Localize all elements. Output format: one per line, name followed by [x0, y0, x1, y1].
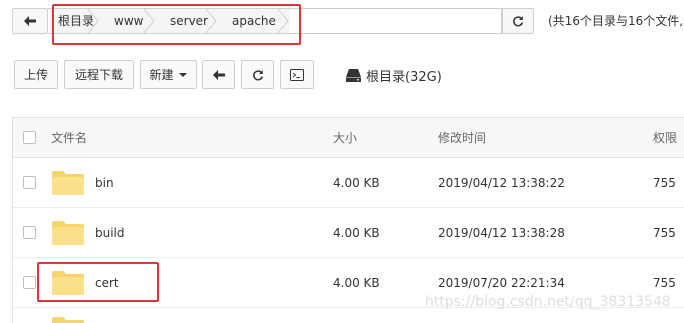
header-size[interactable]: 大小: [333, 118, 357, 157]
new-dropdown-button[interactable]: 新建: [140, 60, 197, 89]
path-back-button[interactable]: [12, 8, 48, 34]
header-filename[interactable]: 文件名: [51, 118, 87, 157]
file-name[interactable]: build: [95, 208, 125, 257]
table-header: 文件名 大小 修改时间 权限: [13, 118, 684, 158]
folder-icon: [52, 317, 84, 323]
remote-download-button[interactable]: 远程下载: [64, 60, 134, 89]
terminal-button[interactable]: [280, 60, 314, 89]
hard-drive-icon: [346, 69, 361, 82]
upload-button[interactable]: 上传: [14, 60, 58, 89]
file-modified: 2019/04/12 13:38:22: [438, 175, 565, 190]
table-row[interactable]: bin 4.00 KB 2019/04/12 13:38:22 755: [13, 158, 684, 208]
header-permission[interactable]: 权限: [653, 118, 677, 157]
table-row[interactable]: build 4.00 KB 2019/04/12 13:38:28 755: [13, 208, 684, 258]
refresh-icon: [252, 69, 263, 80]
table-row[interactable]: [13, 308, 684, 323]
file-permission[interactable]: 755: [653, 158, 676, 207]
row-checkbox[interactable]: [23, 276, 36, 289]
row-checkbox[interactable]: [23, 176, 36, 189]
file-size: 4.00 KB: [333, 175, 380, 190]
file-count-summary: (共16个目录与16个文件,大: [548, 14, 684, 28]
caret-down-icon: [178, 72, 187, 77]
watermark: https://blog.csdn.net/qq_38313548: [425, 294, 671, 310]
select-all-checkbox[interactable]: [23, 131, 36, 144]
refresh-icon: [513, 16, 524, 27]
arrow-left-icon: [24, 16, 36, 26]
refresh-button[interactable]: [241, 60, 274, 89]
folder-icon: [52, 221, 84, 245]
cert-highlight-box: [37, 262, 159, 302]
disk-indicator[interactable]: 根目录(32G): [346, 66, 442, 85]
folder-icon: [52, 171, 84, 195]
file-size: 4.00 KB: [333, 225, 380, 240]
breadcrumb-highlight-box: [52, 4, 301, 45]
path-refresh-button[interactable]: [502, 8, 534, 34]
row-checkbox[interactable]: [23, 226, 36, 239]
arrow-left-icon: [212, 69, 225, 80]
file-permission[interactable]: 755: [653, 208, 676, 257]
file-size: 4.00 KB: [333, 275, 380, 290]
terminal-icon: [290, 68, 304, 81]
header-modified[interactable]: 修改时间: [438, 118, 486, 157]
file-modified: 2019/04/12 13:38:28: [438, 225, 565, 240]
back-button[interactable]: [202, 60, 235, 89]
file-name[interactable]: bin: [95, 158, 114, 207]
